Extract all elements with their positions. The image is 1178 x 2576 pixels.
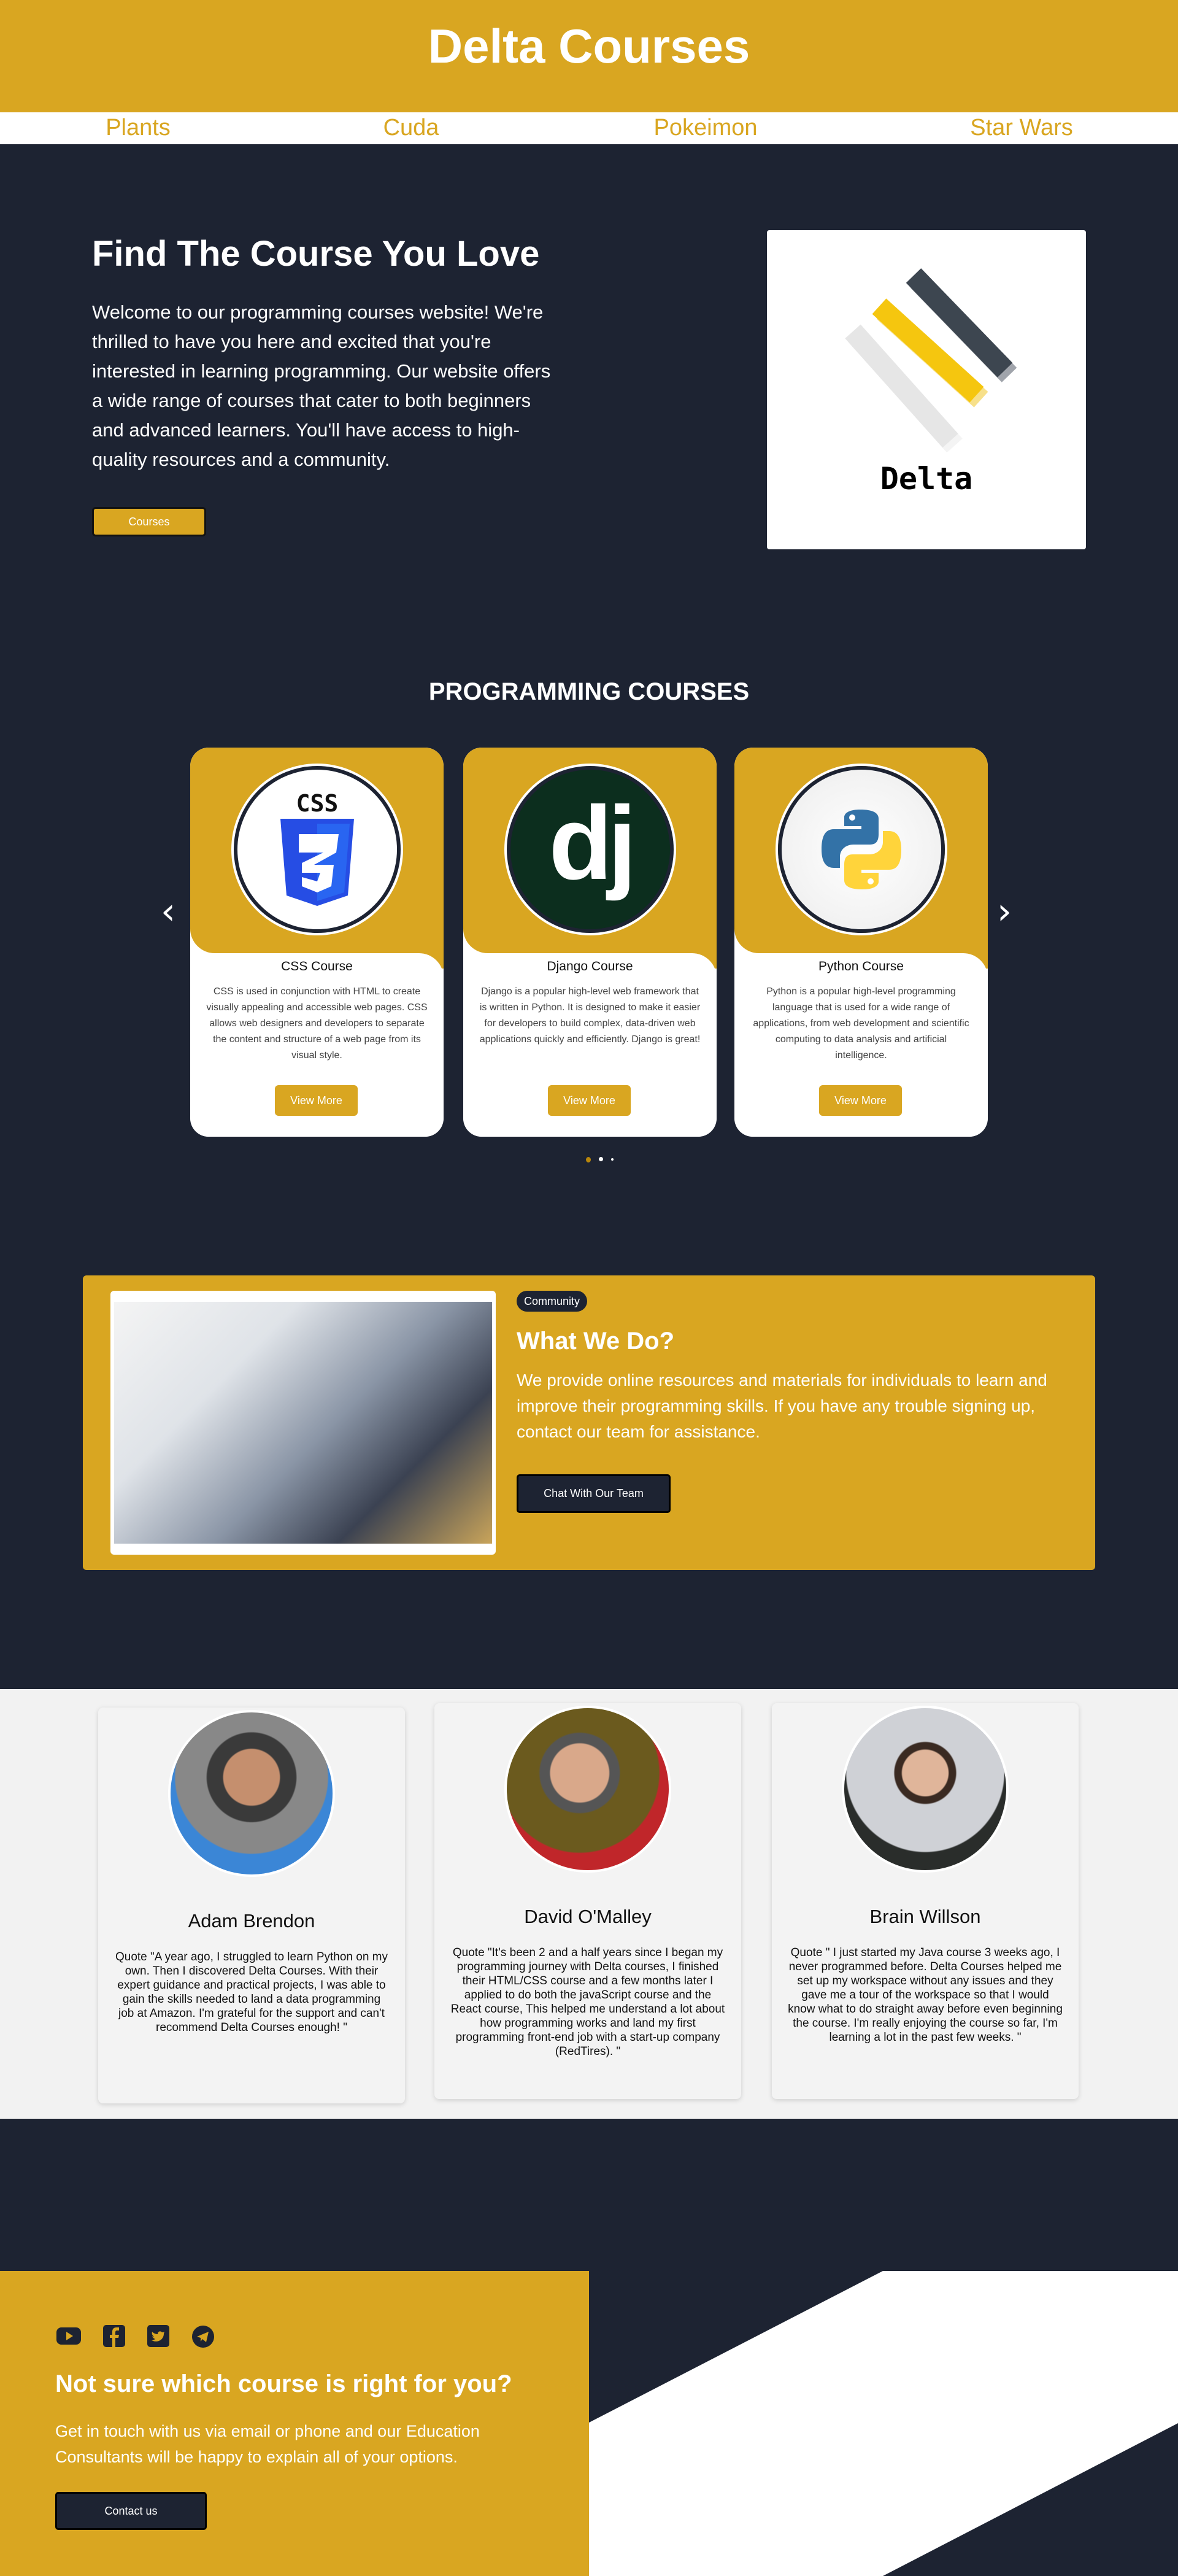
- carousel-next-arrow[interactable]: ›: [997, 890, 1012, 933]
- course-title: CSS Course: [281, 959, 353, 973]
- youtube-icon[interactable]: [56, 2325, 81, 2347]
- contact-us-button[interactable]: Contact us: [55, 2492, 207, 2530]
- delta-logo: Delta: [767, 230, 1086, 549]
- css3-icon: CSS: [234, 766, 401, 933]
- courses-button[interactable]: Courses: [92, 507, 206, 536]
- django-icon: dj: [507, 766, 674, 933]
- testimonial-card: Brain Willson Quote " I just started my …: [772, 1703, 1079, 2099]
- testimonial-name: David O'Malley: [524, 1906, 652, 1927]
- testimonial-quote: Quote "A year ago, I struggled to learn …: [115, 1951, 388, 2034]
- testimonial-card: David O'Malley Quote "It's been 2 and a …: [434, 1703, 741, 2099]
- course-description: CSS is used in conjunction with HTML to …: [206, 986, 428, 1061]
- course-title: Django Course: [547, 959, 633, 973]
- carousel-prev-arrow[interactable]: ‹: [161, 890, 175, 933]
- site-title: Delta Courses: [428, 19, 750, 73]
- course-title: Python Course: [818, 959, 904, 973]
- django-logo-text: dj: [549, 785, 636, 902]
- course-card-css: CSS CSS Course CSS is used in conjunctio…: [190, 748, 444, 1137]
- view-more-button[interactable]: View More: [275, 1085, 358, 1116]
- facebook-icon[interactable]: [103, 2325, 128, 2347]
- courses-section-title: PROGRAMMING COURSES: [428, 678, 750, 705]
- delta-stripes-icon: Delta: [845, 268, 1017, 497]
- course-description: Python is a popular high-level programmi…: [753, 986, 969, 1061]
- course-description: Django is a popular high-level web frame…: [479, 986, 701, 1045]
- testimonial-card: Adam Brendon Quote "A year ago, I strugg…: [98, 1708, 405, 2103]
- what-we-do-title: What We Do?: [517, 1328, 675, 1355]
- community-section: Community What We Do? We provide online …: [83, 1275, 1095, 1570]
- what-we-do-text: We provide online resources and material…: [517, 1371, 1047, 1441]
- telegram-icon[interactable]: [191, 2325, 216, 2348]
- diagonal-decoration: [589, 2271, 1178, 2576]
- testimonial-name: Brain Willson: [869, 1906, 981, 1927]
- avatar-david-omalley: [504, 1706, 671, 1873]
- nav-link-plants[interactable]: Plants: [106, 115, 171, 141]
- testimonials-section: Adam Brendon Quote "A year ago, I strugg…: [0, 1689, 1178, 2119]
- course-card-python: Python Course Python is a popular high-l…: [734, 748, 988, 1137]
- python-icon: [778, 766, 945, 933]
- carousel-dot-2[interactable]: [599, 1157, 603, 1161]
- logo-text: Delta: [880, 461, 973, 497]
- svg-text:CSS: CSS: [296, 790, 339, 817]
- header: Delta Courses: [0, 0, 1178, 112]
- carousel-dot-3[interactable]: [611, 1158, 614, 1161]
- community-badge: Community: [517, 1291, 588, 1312]
- nav-link-cuda[interactable]: Cuda: [383, 115, 439, 141]
- nav-link-star-wars[interactable]: Star Wars: [970, 115, 1073, 141]
- hero-text: Welcome to our programming courses websi…: [92, 301, 551, 470]
- testimonial-quote: Quote " I just started my Java course 3 …: [788, 1946, 1063, 2044]
- view-more-button[interactable]: View More: [548, 1085, 631, 1116]
- view-more-button[interactable]: View More: [819, 1085, 902, 1116]
- testimonial-quote: Quote "It's been 2 and a half years sinc…: [450, 1946, 725, 2058]
- team-photo: [110, 1291, 496, 1555]
- cta-text: Get in touch with us via email or phone …: [55, 2422, 480, 2466]
- twitter-icon[interactable]: [147, 2325, 172, 2347]
- chat-with-team-button[interactable]: Chat With Our Team: [517, 1474, 671, 1513]
- hero-title: Find The Course You Love: [92, 234, 540, 274]
- carousel-dot-1[interactable]: [586, 1157, 591, 1162]
- nav-link-pokeimon[interactable]: Pokeimon: [654, 115, 758, 141]
- avatar-brain-willson: [842, 1706, 1009, 1873]
- testimonial-name: Adam Brendon: [188, 1910, 315, 1932]
- nav-bar: Plants Cuda Pokeimon Star Wars: [0, 112, 1178, 144]
- avatar-adam-brendon: [168, 1710, 335, 1877]
- cta-title: Not sure which course is right for you?: [55, 2370, 512, 2397]
- course-card-django: dj Django Course Django is a popular hig…: [463, 748, 717, 1137]
